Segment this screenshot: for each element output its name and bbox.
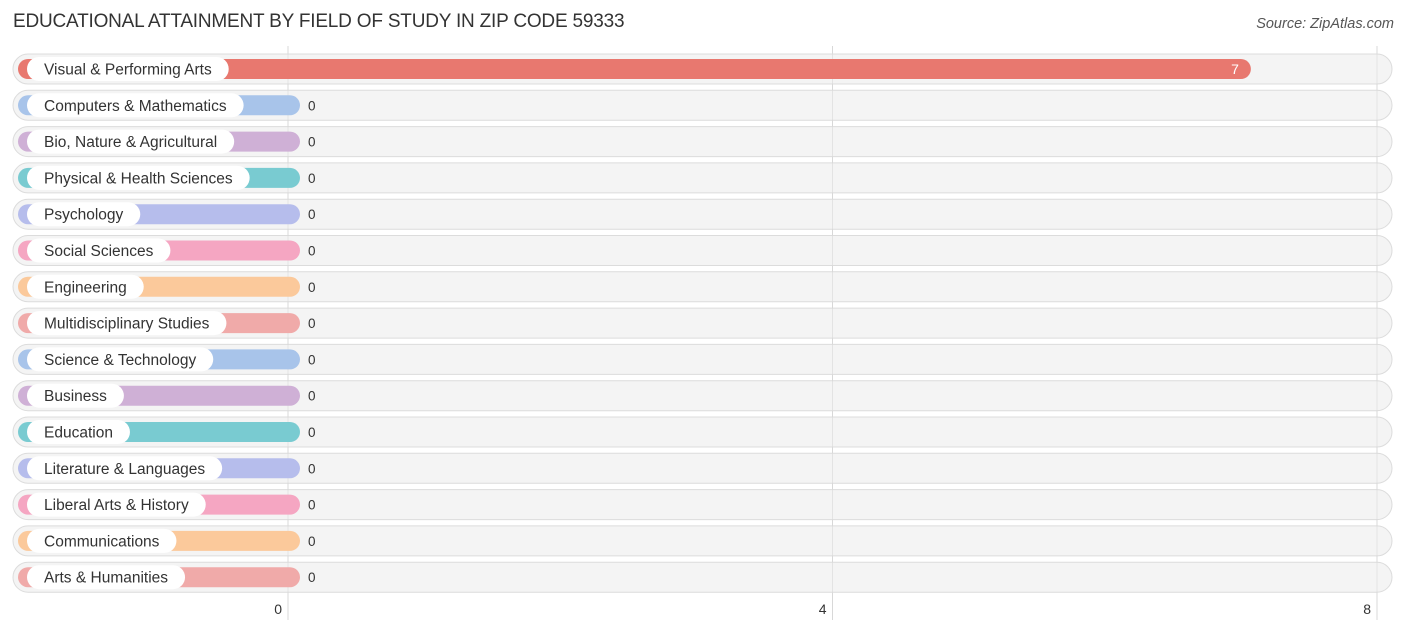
value-label: 0 (308, 280, 316, 295)
value-label: 0 (308, 461, 316, 476)
value-label: 0 (308, 534, 316, 549)
value-label: 0 (308, 316, 316, 331)
value-label: 0 (308, 244, 316, 259)
value-label: 0 (308, 498, 316, 513)
value-label: 0 (308, 389, 316, 404)
category-label: Arts & Humanities (44, 570, 168, 587)
value-label: 0 (308, 570, 316, 585)
category-label: Computers & Mathematics (44, 98, 227, 115)
value-label: 0 (308, 425, 316, 440)
bar-chart: 0 4 8 Visual & Performing Arts 7 Computers & … (12, 46, 1393, 620)
value-label: 0 (308, 135, 316, 150)
category-label: Bio, Nature & Agricultural (44, 134, 217, 151)
category-label: Social Sciences (44, 243, 154, 260)
category-label: Literature & Languages (44, 461, 205, 478)
category-label: Business (44, 388, 107, 405)
category-label: Science & Technology (44, 352, 196, 369)
category-label: Communications (44, 533, 160, 550)
value-label: 0 (308, 98, 316, 113)
value-label: 7 (1231, 61, 1239, 77)
value-label: 0 (308, 352, 316, 367)
x-tick-label: 8 (1363, 601, 1371, 617)
category-label: Physical & Health Sciences (44, 170, 233, 187)
category-label: Visual & Performing Arts (44, 62, 212, 79)
value-label: 0 (308, 171, 316, 186)
x-tick-label: 0 (274, 601, 282, 617)
x-tick-label: 4 (819, 601, 827, 617)
category-label: Liberal Arts & History (44, 497, 189, 514)
category-label: Multidisciplinary Studies (44, 316, 210, 333)
category-label: Psychology (44, 207, 124, 224)
category-label: Education (44, 425, 113, 442)
value-label: 0 (308, 207, 316, 222)
category-label: Engineering (44, 279, 127, 296)
